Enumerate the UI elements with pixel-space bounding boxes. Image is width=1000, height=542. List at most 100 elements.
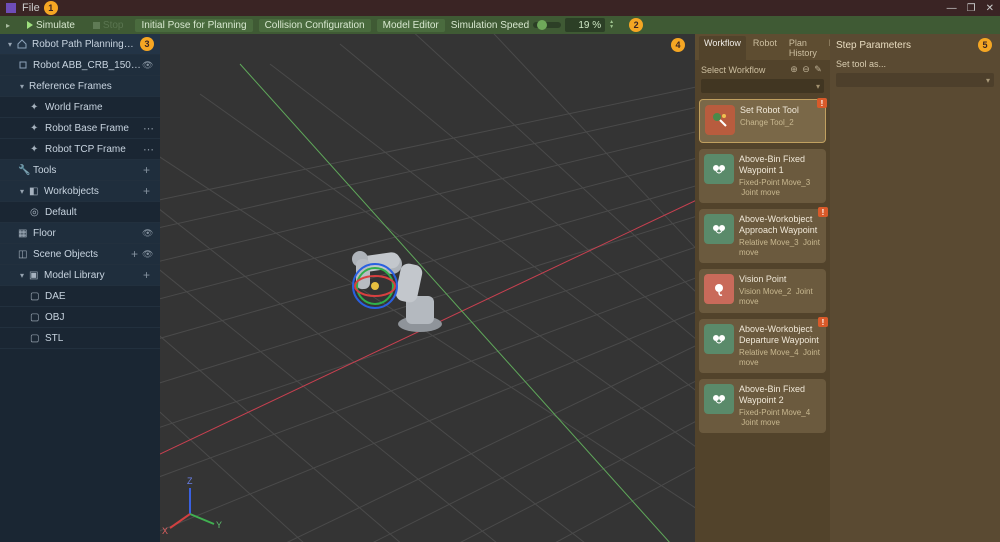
grid-icon: ▦ (18, 228, 28, 238)
menu-bar: File 1 — ❐ ✕ (0, 0, 1000, 16)
tab-plan-history[interactable]: Plan History (784, 36, 822, 60)
add-workflow-icon[interactable]: ⊕ (788, 64, 800, 75)
sim-speed-control: Simulation Speed 19 % ▲▼ (451, 18, 619, 32)
stop-label: Stop (103, 20, 124, 31)
axis-triad: Z Y X (162, 476, 222, 536)
dae-item[interactable]: ▢ DAE (0, 286, 160, 307)
world-frame-item[interactable]: ✦ World Frame (0, 97, 160, 118)
workflow-steps: Set Robot Tool Change Tool_2 ! Above-Bin… (695, 97, 830, 542)
cube-icon: ◧ (29, 186, 39, 196)
model-library-header[interactable]: ▾ ▣ Model Library + (0, 265, 160, 286)
visibility-icon[interactable]: 👁 (142, 60, 154, 71)
library-icon: ▣ (29, 270, 39, 280)
window-controls: — ❐ ✕ (947, 3, 994, 14)
edit-workflow-icon[interactable]: ✎ (812, 64, 824, 75)
obj-item[interactable]: ▢ OBJ (0, 307, 160, 328)
simulate-button[interactable]: Simulate (21, 19, 81, 32)
step-sub: Vision Move_2 Joint move (739, 287, 821, 307)
3d-viewport[interactable]: 4 (160, 34, 695, 542)
step-above-bin-wp2[interactable]: Above-Bin Fixed Waypoint 2 Fixed-Point M… (699, 379, 826, 433)
visibility-icon[interactable]: 👁 (142, 249, 154, 260)
robot-label: Robot ABB_CRB_15000_5… (33, 60, 142, 71)
maximize-button[interactable]: ❐ (967, 3, 976, 14)
step-sub: Fixed-Point Move_4 Joint move (739, 408, 821, 428)
step-set-robot-tool[interactable]: Set Robot Tool Change Tool_2 ! (699, 99, 826, 143)
floor-item[interactable]: ▦ Floor 👁 (0, 223, 160, 244)
tab-workflow[interactable]: Workflow (699, 36, 746, 60)
main-area: ▾ Robot Path Planning in Sol… 3 Robot AB… (0, 34, 1000, 542)
workflow-column: Workflow Robot Plan History Log Select W… (695, 34, 830, 542)
minimize-button[interactable]: — (947, 3, 957, 14)
stop-button[interactable]: Stop (87, 19, 130, 32)
target-icon: ◎ (30, 207, 40, 217)
file-icon: ▢ (30, 333, 40, 343)
step-title: Above-Bin Fixed Waypoint 1 (739, 154, 821, 176)
collapse-icon[interactable]: ▾ (18, 187, 26, 195)
step-sub: Fixed-Point Move_3 Joint move (739, 178, 821, 198)
stl-label: STL (45, 333, 154, 344)
project-header[interactable]: ▾ Robot Path Planning in Sol… 3 (0, 34, 160, 55)
more-icon[interactable]: ⋯ (143, 143, 154, 156)
more-icon[interactable]: ⋯ (143, 122, 154, 135)
waypoint-step-icon (704, 324, 734, 354)
stop-icon (93, 22, 100, 29)
step-title: Set Robot Tool (740, 105, 820, 116)
floor-label: Floor (33, 228, 142, 239)
add-icon[interactable]: + (131, 247, 138, 261)
obj-label: OBJ (45, 312, 154, 323)
waypoint-step-icon (704, 214, 734, 244)
step-above-bin-wp1[interactable]: Above-Bin Fixed Waypoint 1 Fixed-Point M… (699, 149, 826, 203)
toolbar-expand-icon[interactable]: ▸ (4, 21, 12, 29)
set-tool-dropdown[interactable]: ▾ (836, 73, 994, 87)
collapse-icon[interactable]: ▾ (6, 40, 14, 48)
base-frame-label: Robot Base Frame (45, 123, 143, 134)
scene-objects-header[interactable]: ◫ Scene Objects + 👁 (0, 244, 160, 265)
sim-speed-slider[interactable] (533, 22, 561, 28)
tab-robot[interactable]: Robot (748, 36, 782, 60)
params-header: Step Parameters (836, 40, 994, 51)
menu-file[interactable]: File (22, 2, 40, 14)
viewport-scene: Z Y X (160, 34, 695, 542)
base-frame-item[interactable]: ✦ Robot Base Frame ⋯ (0, 118, 160, 139)
sim-speed-spinner[interactable]: ▲▼ (609, 20, 619, 30)
wrench-icon: 🔧 (18, 165, 28, 175)
robot-icon (18, 60, 28, 70)
step-approach-wp[interactable]: Above-Workobject Approach Waypoint Relat… (699, 209, 826, 263)
tcp-frame-label: Robot TCP Frame (45, 144, 143, 155)
default-workobject[interactable]: ◎ Default (0, 202, 160, 223)
play-icon (27, 21, 33, 29)
step-departure-wp[interactable]: Above-Workobject Departure Waypoint Rela… (699, 319, 826, 373)
sim-speed-value[interactable]: 19 % (565, 18, 605, 32)
add-icon[interactable]: + (143, 184, 150, 198)
model-editor-button[interactable]: Model Editor (377, 19, 445, 32)
simulate-label: Simulate (36, 20, 75, 31)
tcp-frame-item[interactable]: ✦ Robot TCP Frame ⋯ (0, 139, 160, 160)
remove-workflow-icon[interactable]: ⊖ (800, 64, 812, 75)
vision-step-icon (704, 274, 734, 304)
step-parameters-panel: 5 Step Parameters Set tool as... ▾ (830, 34, 1000, 542)
collision-config-button[interactable]: Collision Configuration (259, 19, 371, 32)
add-icon[interactable]: + (143, 163, 150, 177)
file-icon: ▢ (30, 291, 40, 301)
workflow-dropdown[interactable]: ▾ (701, 79, 824, 93)
step-title: Above-Workobject Approach Waypoint (739, 214, 821, 236)
initial-pose-button[interactable]: Initial Pose for Planning (135, 19, 252, 32)
workobjects-header[interactable]: ▾ ◧ Workobjects + (0, 181, 160, 202)
callout-badge-1: 1 (44, 1, 58, 15)
close-button[interactable]: ✕ (986, 3, 994, 14)
svg-text:Y: Y (216, 520, 222, 530)
tools-header[interactable]: 🔧 Tools + (0, 160, 160, 181)
visibility-icon[interactable]: 👁 (142, 228, 154, 239)
step-vision-point[interactable]: Vision Point Vision Move_2 Joint move (699, 269, 826, 313)
collapse-icon[interactable]: ▾ (18, 82, 26, 90)
cube-icon: ◫ (18, 249, 28, 259)
frame-icon: ✦ (30, 123, 40, 133)
add-icon[interactable]: + (143, 268, 150, 282)
right-tabs: Workflow Robot Plan History Log (695, 34, 830, 60)
robot-item[interactable]: Robot ABB_CRB_15000_5… 👁 (0, 55, 160, 76)
frame-icon: ✦ (30, 144, 40, 154)
file-icon: ▢ (30, 312, 40, 322)
stl-item[interactable]: ▢ STL (0, 328, 160, 349)
reference-frames-header[interactable]: ▾ Reference Frames (0, 76, 160, 97)
collapse-icon[interactable]: ▾ (18, 271, 26, 279)
